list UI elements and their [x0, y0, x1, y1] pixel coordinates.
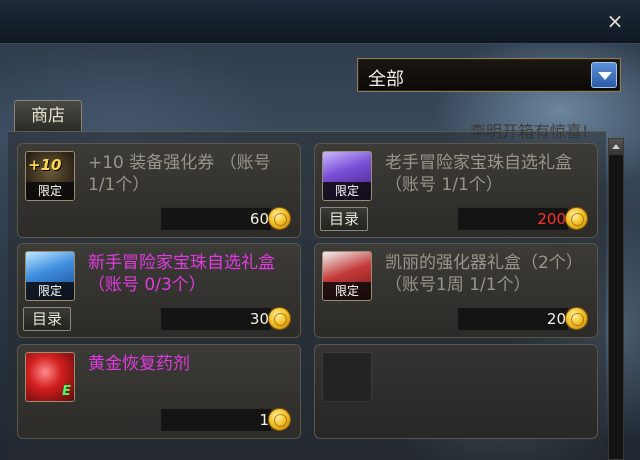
- gold-coin-icon: [268, 408, 291, 431]
- enhancer-gift-box-icon: 限定: [322, 251, 372, 301]
- item-name: 凯丽的强化器礼盒（2个）（账号1周 1/1个）: [385, 253, 583, 295]
- empty-shop-slot: [314, 344, 598, 439]
- gold-coin-icon: [565, 307, 588, 330]
- chevron-down-icon[interactable]: [591, 62, 617, 88]
- close-icon[interactable]: ×: [604, 10, 626, 32]
- shop-item-card[interactable]: 限定 目录 老手冒险家宝珠自选礼盒 （账号 1/1个） 200: [314, 143, 598, 238]
- gift-box-purple-icon: 限定: [322, 151, 372, 201]
- item-name: 黄金恢复药剂: [88, 354, 190, 374]
- category-filter-dropdown[interactable]: 全部: [357, 58, 621, 92]
- catalog-button[interactable]: 目录: [23, 307, 71, 331]
- shop-item-card[interactable]: +10 限定 +10 装备强化券 （账号 1/1个） 60: [17, 143, 301, 238]
- gift-box-blue-icon: 限定: [25, 251, 75, 301]
- empty-icon-slot: [322, 352, 372, 402]
- shop-item-card[interactable]: 限定 目录 新手冒险家宝珠自选礼盒 （账号 0/3个） 30: [17, 243, 301, 338]
- limited-badge: 限定: [26, 282, 74, 300]
- shop-item-card[interactable]: 限定 凯丽的强化器礼盒（2个）（账号1周 1/1个） 20: [314, 243, 598, 338]
- limited-badge: 限定: [26, 182, 74, 200]
- gold-coin-icon: [268, 207, 291, 230]
- icon-label: +10: [28, 156, 62, 174]
- limited-badge: 限定: [323, 282, 371, 300]
- limited-badge: 限定: [323, 182, 371, 200]
- scrollbar[interactable]: [608, 138, 624, 460]
- enhancement-ticket-icon: +10 限定: [25, 151, 75, 201]
- recovery-potion-icon: E: [25, 352, 75, 402]
- catalog-button[interactable]: 目录: [320, 207, 368, 231]
- shop-item-card[interactable]: E 黄金恢复药剂 1: [17, 344, 301, 439]
- item-name: 老手冒险家宝珠自选礼盒 （账号 1/1个）: [385, 153, 572, 195]
- item-price: 20: [457, 307, 569, 331]
- item-price: 60: [160, 207, 272, 231]
- gold-coin-icon: [268, 307, 291, 330]
- scroll-up-arrow-icon[interactable]: [609, 139, 623, 155]
- item-price: 30: [160, 307, 272, 331]
- potion-marker: E: [62, 384, 71, 399]
- window-title-bar: ×: [0, 0, 640, 44]
- category-filter-value: 全部: [368, 69, 404, 90]
- item-name: 新手冒险家宝珠自选礼盒 （账号 0/3个）: [88, 253, 275, 295]
- item-price: 1: [160, 408, 272, 432]
- item-name: +10 装备强化券 （账号 1/1个）: [88, 153, 271, 195]
- gold-coin-icon: [565, 207, 588, 230]
- tab-shop[interactable]: 商店: [14, 100, 82, 132]
- item-price: 200: [457, 207, 569, 231]
